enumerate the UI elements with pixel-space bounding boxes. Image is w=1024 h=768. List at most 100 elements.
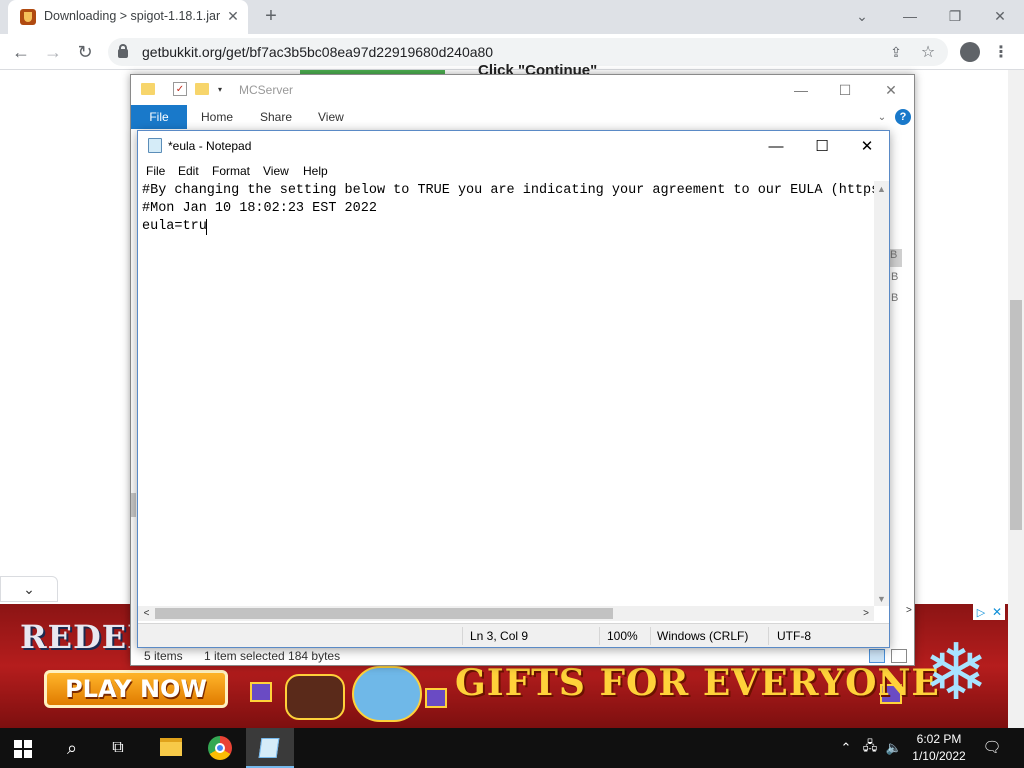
large-icons-view-icon[interactable] xyxy=(891,649,907,663)
ribbon-home-tab[interactable]: Home xyxy=(201,110,233,124)
chrome-taskbar-icon[interactable] xyxy=(208,736,232,760)
cursor-position: Ln 3, Col 9 xyxy=(470,629,529,643)
lock-icon[interactable] xyxy=(118,44,128,58)
scroll-left-icon[interactable]: < xyxy=(138,606,155,621)
explorer-minimize-button[interactable]: — xyxy=(779,77,823,103)
tab-search-chevron-icon[interactable]: ⌄ xyxy=(842,2,882,30)
gift-icon xyxy=(425,688,447,708)
page-scroll-thumb[interactable] xyxy=(1010,300,1022,530)
explorer-hscroll-right-icon[interactable]: > xyxy=(906,605,914,617)
details-view-icon[interactable] xyxy=(869,649,885,663)
windows-taskbar: ⌕ ⧉ ⌃ 🖧 🔈 6:02 PM 1/10/2022 🗨 xyxy=(0,728,1024,768)
notepad-text-area[interactable]: #By changing the setting below to TRUE y… xyxy=(138,181,874,606)
network-icon[interactable]: 🖧 xyxy=(860,738,880,758)
ribbon-view-tab[interactable]: View xyxy=(318,110,344,124)
file-row-size[interactable]: B xyxy=(891,292,898,304)
item-count: 5 items xyxy=(144,649,183,663)
selection-info: 1 item selected 184 bytes xyxy=(204,649,341,663)
menu-help[interactable]: Help xyxy=(303,164,328,178)
tray-overflow-chevron-icon[interactable]: ⌃ xyxy=(838,738,854,758)
notepad-taskbar-button[interactable] xyxy=(246,728,294,768)
folder-icon xyxy=(141,83,155,95)
tab-close-icon[interactable]: ✕ xyxy=(224,7,242,25)
browser-menu-icon[interactable]: ⋮ xyxy=(993,40,1009,64)
url-text[interactable]: getbukkit.org/get/bf7ac3b5bc08ea97d22919… xyxy=(142,44,493,60)
spigot-favicon-icon xyxy=(20,9,36,25)
text-line: #By changing the setting below to TRUE y… xyxy=(142,183,874,198)
windows-start-icon[interactable] xyxy=(14,740,32,758)
notepad-maximize-button[interactable]: ☐ xyxy=(799,131,845,161)
share-icon[interactable]: ⇪ xyxy=(886,42,906,62)
ribbon-share-tab[interactable]: Share xyxy=(260,110,292,124)
search-icon[interactable]: ⌕ xyxy=(60,736,84,760)
horizontal-scroll-thumb[interactable] xyxy=(155,608,613,619)
zoom-level: 100% xyxy=(607,629,638,643)
explorer-ribbon: File Home Share View ⌄ ? xyxy=(131,105,914,129)
task-view-icon[interactable]: ⧉ xyxy=(106,736,130,760)
ad-headline: GIFTS FOR EVERYONE xyxy=(455,662,940,704)
action-center-icon[interactable]: 🗨 xyxy=(982,738,1002,756)
notepad-vertical-scrollbar[interactable]: ▲ ▼ xyxy=(874,181,889,606)
notepad-app-icon[interactable] xyxy=(148,138,162,153)
help-icon[interactable]: ? xyxy=(895,109,911,125)
scroll-down-icon[interactable]: ▼ xyxy=(874,591,889,606)
explorer-titlebar[interactable]: ✓ ▾ MCServer — ☐ ✕ xyxy=(131,75,914,105)
ribbon-expand-icon[interactable]: ⌄ xyxy=(875,110,889,124)
file-row-size[interactable]: B xyxy=(891,271,898,283)
explorer-statusbar: 5 items 1 item selected 184 bytes xyxy=(131,647,914,665)
ad-close-icon[interactable]: ✕ xyxy=(989,604,1005,620)
status-divider xyxy=(599,627,600,645)
clock-date[interactable]: 1/10/2022 xyxy=(910,749,968,763)
notepad-window[interactable]: *eula - Notepad — ☐ ✕ File Edit Format V… xyxy=(137,130,890,648)
character-icon xyxy=(285,674,345,720)
notepad-horizontal-scrollbar[interactable]: < > xyxy=(138,606,874,621)
notepad-title: *eula - Notepad xyxy=(168,139,252,153)
notepad-close-button[interactable]: ✕ xyxy=(844,131,890,161)
notepad-titlebar[interactable]: *eula - Notepad — ☐ ✕ xyxy=(138,131,889,161)
scroll-right-icon[interactable]: > xyxy=(858,606,874,621)
text-caret xyxy=(206,219,207,235)
explorer-title: MCServer xyxy=(239,83,294,97)
file-explorer-taskbar-icon[interactable] xyxy=(160,738,182,756)
encoding: UTF-8 xyxy=(777,629,811,643)
menu-view[interactable]: View xyxy=(263,164,289,178)
volume-muted-icon[interactable]: 🔈 xyxy=(884,738,904,758)
status-divider xyxy=(768,627,769,645)
explorer-nav-scrollbar[interactable] xyxy=(131,493,136,517)
properties-check-icon[interactable]: ✓ xyxy=(173,82,187,96)
notepad-taskbar-icon xyxy=(258,738,280,758)
quick-access-dropdown-icon[interactable]: ▾ xyxy=(215,84,225,94)
ribbon-file-tab[interactable]: File xyxy=(131,105,187,129)
explorer-close-button[interactable]: ✕ xyxy=(869,77,913,103)
ad-play-now-button[interactable]: PLAY NOW xyxy=(44,670,228,708)
browser-restore-button[interactable]: ❐ xyxy=(935,2,975,30)
notepad-minimize-button[interactable]: — xyxy=(753,131,799,161)
browser-close-button[interactable]: ✕ xyxy=(980,2,1020,30)
menu-edit[interactable]: Edit xyxy=(178,164,199,178)
browser-tab[interactable]: Downloading > spigot-1.18.1.jar ✕ xyxy=(8,0,248,34)
new-folder-icon[interactable] xyxy=(195,83,209,95)
reload-button[interactable]: ↻ xyxy=(70,37,100,67)
profile-avatar-icon[interactable] xyxy=(960,42,980,62)
gift-icon xyxy=(250,682,272,702)
file-row-size[interactable]: B xyxy=(890,249,902,267)
text-line: #Mon Jan 10 18:02:23 EST 2022 xyxy=(142,201,377,216)
forward-button[interactable]: → xyxy=(38,37,68,67)
menu-format[interactable]: Format xyxy=(212,164,250,178)
ad-choices-icon[interactable]: ▷ xyxy=(973,604,989,620)
explorer-maximize-button[interactable]: ☐ xyxy=(823,77,867,103)
back-button[interactable]: ← xyxy=(6,37,36,67)
new-tab-button[interactable]: + xyxy=(260,5,282,27)
text-line: eula=tru xyxy=(142,219,207,234)
download-bar-toggle[interactable]: ⌄ xyxy=(0,576,58,602)
bookmark-star-icon[interactable]: ☆ xyxy=(918,42,938,62)
status-divider xyxy=(462,627,463,645)
character-icon xyxy=(352,666,422,722)
menu-file[interactable]: File xyxy=(146,164,165,178)
clock-time[interactable]: 6:02 PM xyxy=(910,732,968,746)
scroll-up-icon[interactable]: ▲ xyxy=(874,181,889,196)
browser-minimize-button[interactable]: — xyxy=(890,2,930,30)
status-divider xyxy=(650,627,651,645)
line-ending: Windows (CRLF) xyxy=(657,629,749,643)
browser-tab-strip: Downloading > spigot-1.18.1.jar ✕ + ⌄ — … xyxy=(0,0,1024,34)
